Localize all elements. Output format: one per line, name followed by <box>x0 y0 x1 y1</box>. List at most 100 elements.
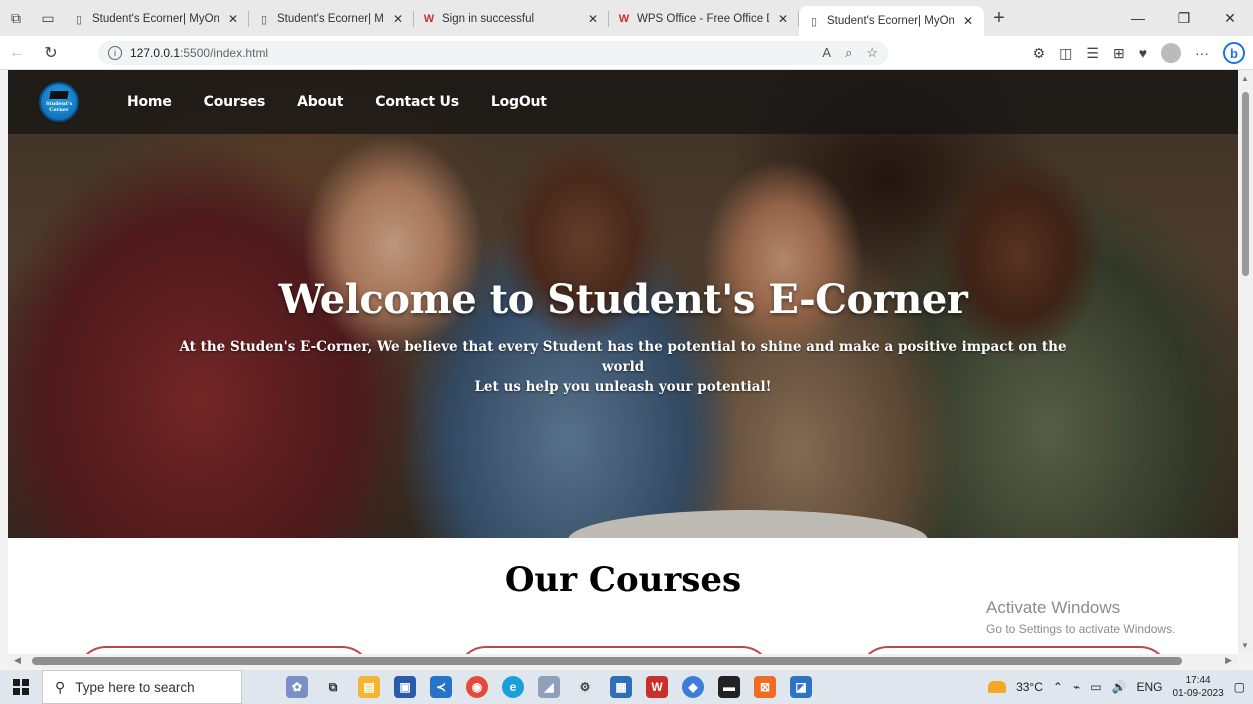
tab-title: Student's Ecorner| MyOnline <box>92 13 219 25</box>
tab-title: Student's Ecorner| MyOnline <box>277 13 384 25</box>
page-icon: ▯ <box>810 15 818 28</box>
system-tray: 33°C ⌃ ⌁ ▭ 🔊 ENG 17:44 01-09-2023 ▢ <box>988 674 1253 700</box>
edge-icon[interactable]: e <box>502 676 524 698</box>
url-host: 127.0.0.1 <box>130 46 181 60</box>
watermark-subtitle: Go to Settings to activate Windows. <box>986 622 1176 636</box>
browser-tab[interactable]: W Sign in successful ✕ <box>414 4 609 34</box>
site-navbar: Student's Corner Home Courses About Contact… <box>8 70 1238 134</box>
close-tab-icon[interactable]: ✕ <box>225 12 241 26</box>
back-button[interactable]: ← <box>0 44 34 62</box>
page-icon: ▯ <box>75 13 83 26</box>
pinned-apps: ✿ ⧉ ▤ ▣ ≺ ◉ e ◢ ⚙ ▦ W ◆ ▬ ⊠ ◪ <box>286 676 812 698</box>
weather-temp[interactable]: 33°C <box>1016 680 1043 694</box>
tab-actions-icon[interactable]: ▭ <box>32 0 64 36</box>
site-logo[interactable]: Student's Corner <box>39 82 79 122</box>
task-view-icon[interactable]: ⧉ <box>322 676 344 698</box>
zoom-icon[interactable]: ⌕ <box>845 45 852 61</box>
more-menu-icon[interactable]: ··· <box>1195 45 1209 61</box>
course-card[interactable] <box>858 646 1170 654</box>
new-tab-button[interactable]: + <box>984 7 1014 30</box>
restore-button[interactable]: ❐ <box>1161 10 1207 27</box>
course-card[interactable] <box>456 646 772 654</box>
nav-link-logout[interactable]: LogOut <box>491 94 547 110</box>
address-bar-row: ← ↻ i 127.0.0.1:5500/index.html A ⌕ ☆ ⚙ … <box>0 36 1253 70</box>
hero-title: Welcome to Student's E-Corner <box>278 276 968 323</box>
performance-icon[interactable]: ♥ <box>1139 45 1147 61</box>
browser-tab[interactable]: ▯ Student's Ecorner| MyOnline ✕ <box>249 4 414 34</box>
favorite-star-icon[interactable]: ☆ <box>866 45 878 61</box>
network-icon[interactable]: ⌁ <box>1073 680 1080 694</box>
horizontal-scrollbar[interactable]: ◀ ▶ <box>8 654 1238 668</box>
nav-links: Home Courses About Contact Us LogOut <box>127 94 547 110</box>
settings-gear-icon[interactable]: ⚙ <box>574 676 596 698</box>
app-icon-2[interactable]: ◆ <box>682 676 704 698</box>
page-icon: ▯ <box>260 13 268 26</box>
tab-title: Student's Ecorner| MyOnline <box>827 15 954 27</box>
vscode-icon[interactable]: ≺ <box>430 676 452 698</box>
store-icon[interactable]: ▣ <box>394 676 416 698</box>
close-window-button[interactable]: ✕ <box>1207 10 1253 27</box>
browser-toolbar: ⚙ ◫ ☰ ⊞ ♥ ··· b <box>1033 42 1245 64</box>
minimize-button[interactable]: — <box>1115 10 1161 27</box>
nav-link-home[interactable]: Home <box>127 94 172 110</box>
wps-icon: W <box>618 13 630 25</box>
nav-link-contact-us[interactable]: Contact Us <box>375 94 459 110</box>
browser-tab[interactable]: ▯ Student's Ecorner| MyOnline ✕ <box>64 4 249 34</box>
clock-date: 01-09-2023 <box>1172 688 1224 699</box>
scroll-down-arrow[interactable]: ▼ <box>1241 641 1249 650</box>
tray-chevron-icon[interactable]: ⌃ <box>1053 680 1063 694</box>
tab-title: WPS Office - Free Office Do <box>637 13 769 25</box>
search-icon: ⚲ <box>55 678 66 695</box>
xampp-icon[interactable]: ⊠ <box>754 676 776 698</box>
chrome-icon[interactable]: ◉ <box>466 676 488 698</box>
app-icon[interactable]: ◢ <box>538 676 560 698</box>
close-tab-icon[interactable]: ✕ <box>390 12 406 26</box>
terminal-icon[interactable]: ▬ <box>718 676 740 698</box>
windows-taskbar: ⚲ Type here to search ✿ ⧉ ▤ ▣ ≺ ◉ e ◢ ⚙ … <box>0 670 1253 704</box>
vertical-scrollbar[interactable]: ▲ ▼ <box>1238 70 1253 654</box>
widgets-icon[interactable]: ✿ <box>286 676 308 698</box>
hero-tagline: Let us help you unleash your potential! <box>474 379 772 395</box>
hscroll-thumb[interactable] <box>32 657 1182 665</box>
bing-chat-icon[interactable]: b <box>1223 42 1245 64</box>
url-bar[interactable]: i 127.0.0.1:5500/index.html A ⌕ ☆ <box>98 41 888 65</box>
volume-icon[interactable]: 🔊 <box>1112 680 1127 694</box>
activate-windows-watermark: Activate Windows Go to Settings to activ… <box>986 598 1175 636</box>
close-tab-icon[interactable]: ✕ <box>585 12 601 26</box>
nav-link-about[interactable]: About <box>297 94 343 110</box>
taskbar-search[interactable]: ⚲ Type here to search <box>42 670 242 704</box>
extensions-icon[interactable]: ⚙ <box>1033 45 1046 62</box>
browser-tab[interactable]: W WPS Office - Free Office Do ✕ <box>609 4 799 34</box>
tab-title: Sign in successful <box>442 13 535 25</box>
scroll-up-arrow[interactable]: ▲ <box>1241 74 1249 83</box>
site-info-icon[interactable]: i <box>108 46 122 60</box>
scroll-thumb[interactable] <box>1242 92 1249 276</box>
taskbar-clock[interactable]: 17:44 01-09-2023 <box>1173 674 1224 700</box>
refresh-button[interactable]: ↻ <box>34 43 68 63</box>
scroll-left-arrow[interactable]: ◀ <box>14 655 21 666</box>
workspaces-icon[interactable]: ⧉ <box>0 0 32 36</box>
battery-icon[interactable]: ▭ <box>1090 680 1101 694</box>
hero-photo-detail <box>568 510 928 538</box>
browser-tab[interactable]: ▯ Student's Ecorner| MyOnline ✕ <box>799 6 984 36</box>
notification-icon[interactable]: ▢ <box>1234 680 1245 694</box>
wps-icon[interactable]: W <box>646 676 668 698</box>
scroll-right-arrow[interactable]: ▶ <box>1225 655 1232 666</box>
profile-avatar[interactable] <box>1161 43 1181 63</box>
weather-icon[interactable] <box>988 681 1007 693</box>
file-explorer-icon[interactable]: ▤ <box>358 676 380 698</box>
language-indicator[interactable]: ENG <box>1136 680 1162 694</box>
photos-icon[interactable]: ◪ <box>790 676 812 698</box>
nav-link-courses[interactable]: Courses <box>204 94 266 110</box>
close-tab-icon[interactable]: ✕ <box>960 14 976 28</box>
window-controls: — ❐ ✕ <box>1115 10 1253 27</box>
read-aloud-icon[interactable]: A <box>822 45 831 61</box>
collections-icon[interactable]: ⊞ <box>1113 45 1125 62</box>
devcpp-icon[interactable]: ▦ <box>610 676 632 698</box>
close-tab-icon[interactable]: ✕ <box>775 12 791 26</box>
course-card[interactable] <box>76 646 372 654</box>
split-screen-icon[interactable]: ◫ <box>1059 45 1072 62</box>
start-button[interactable] <box>0 679 42 695</box>
favorites-icon[interactable]: ☰ <box>1086 45 1099 62</box>
hero-description: At the Studen's E-Corner, We believe tha… <box>179 339 1067 375</box>
